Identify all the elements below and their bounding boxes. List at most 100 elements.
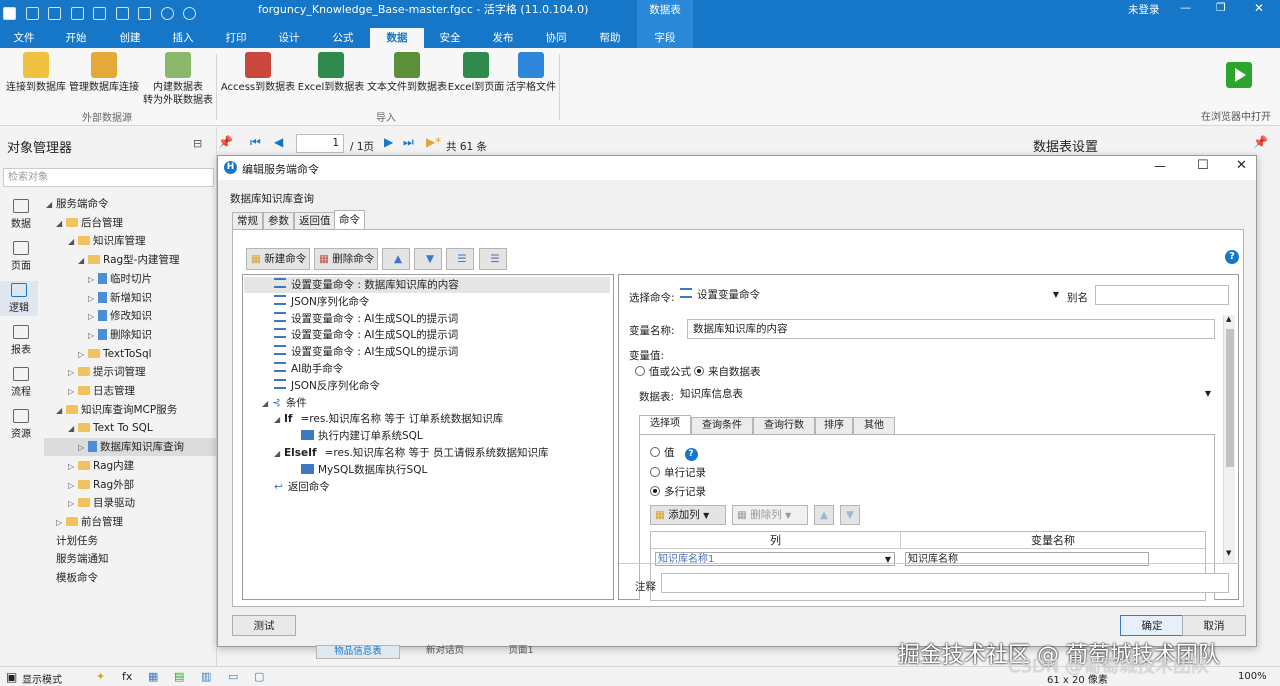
tree-node[interactable]: ▷ 删除知识	[88, 326, 152, 344]
subtab-sort[interactable]: 排序	[815, 417, 853, 435]
move-up-button[interactable]: ▲	[382, 248, 410, 270]
tree-node[interactable]: 服务端通知	[56, 550, 109, 568]
collapse-icon[interactable]: ⊟	[193, 137, 202, 150]
nav-page[interactable]: 页面	[4, 241, 38, 272]
expand-icon[interactable]: ▷	[88, 308, 98, 326]
tab-general[interactable]: 常规	[232, 212, 263, 230]
minimize-icon[interactable]: —	[1154, 159, 1166, 173]
nav-flow[interactable]: 流程	[4, 367, 38, 398]
tree-node[interactable]: 模板命令	[56, 569, 98, 587]
tab-formula[interactable]: 公式	[325, 28, 361, 48]
manage-connections-button[interactable]: 管理数据库连接	[68, 52, 140, 94]
tab-publish[interactable]: 发布	[485, 28, 521, 48]
restore-icon[interactable]: ❐	[1216, 1, 1226, 14]
ok-button[interactable]: 确定	[1120, 615, 1184, 636]
run-browser-icon[interactable]	[1226, 62, 1252, 88]
tab-return[interactable]: 返回值	[294, 212, 336, 230]
tab-home[interactable]: 开始	[58, 28, 94, 48]
bulb-icon[interactable]: ✦	[96, 670, 105, 683]
pin-icon[interactable]: 📌	[218, 135, 233, 149]
tree-node[interactable]: ▷ Rag内建	[68, 457, 134, 475]
open-folder-icon[interactable]	[70, 7, 84, 20]
tree-node[interactable]: 计划任务	[56, 532, 98, 550]
tree-node[interactable]: ▷ 前台管理	[56, 513, 123, 531]
delete-command-button[interactable]: ▦ 删除命令	[314, 248, 378, 270]
expand-icon[interactable]: ▷	[56, 514, 66, 532]
convert-external-button[interactable]: 内建数据表 转为外联数据表	[142, 52, 214, 107]
expand-icon[interactable]: ▷	[68, 477, 78, 495]
alias-input[interactable]	[1095, 285, 1229, 305]
tree-node[interactable]: ▷ 修改知识	[88, 307, 152, 325]
tab-params[interactable]: 参数	[263, 212, 294, 230]
expand-icon[interactable]: ◢	[68, 420, 78, 438]
nav-resource[interactable]: 资源	[4, 409, 38, 440]
move-down-button[interactable]: ▼	[414, 248, 442, 270]
command-item[interactable]: JSON序列化命令	[274, 294, 369, 310]
new-file-icon[interactable]	[48, 7, 61, 20]
help-icon[interactable]: ?	[684, 448, 698, 461]
indent-button[interactable]: ☰	[446, 248, 474, 270]
login-status[interactable]: 未登录	[1128, 0, 1160, 20]
command-item[interactable]: MySQL数据库执行SQL	[301, 462, 427, 478]
text-import-button[interactable]: 文本文件到数据表	[366, 52, 448, 94]
pin-icon[interactable]: 📌	[1253, 135, 1268, 149]
delete-column-button[interactable]: ▦ 删除列 ▼	[732, 505, 808, 525]
outdent-button[interactable]: ☰	[479, 248, 507, 270]
subtab-row-count[interactable]: 查询行数	[753, 417, 815, 435]
add-column-button[interactable]: ▦ 添加列 ▼	[650, 505, 726, 525]
command-item[interactable]: JSON反序列化命令	[274, 378, 380, 394]
expand-icon[interactable]: ▷	[68, 458, 78, 476]
expand-icon[interactable]: ▷	[68, 383, 78, 401]
sheet-tab-chat[interactable]: 新对话页	[414, 645, 476, 659]
expand-icon[interactable]: ◢	[274, 446, 284, 462]
first-page-icon[interactable]: ⏮	[250, 135, 261, 150]
prev-page-icon[interactable]: ◀	[274, 135, 283, 149]
tree-node[interactable]: ◢ Rag型-内建管理	[78, 251, 179, 269]
tab-help[interactable]: 帮助	[592, 28, 628, 48]
new-record-icon[interactable]: ▶*	[426, 135, 441, 149]
open-in-browser-label[interactable]: 在浏览器中打开	[1201, 108, 1271, 123]
tab-field[interactable]: 字段	[637, 28, 693, 48]
table-dropdown[interactable]: 知识库信息表 ▼	[675, 385, 1215, 405]
expand-icon[interactable]: ◢	[262, 396, 272, 412]
expand-icon[interactable]: ▷	[88, 271, 98, 289]
tab-collaborate[interactable]: 协同	[538, 28, 574, 48]
last-page-icon[interactable]: ⏭	[403, 135, 414, 150]
var-name-input[interactable]: 数据库知识库的内容	[687, 319, 1215, 339]
page-setup-icon[interactable]: ▢	[254, 670, 264, 683]
expand-icon[interactable]: ◢	[274, 412, 284, 428]
expand-icon[interactable]: ▷	[78, 346, 88, 364]
column-down-button[interactable]: ▼	[840, 505, 860, 525]
command-item[interactable]: ◢ ⊰ 条件	[262, 395, 307, 411]
tree-node[interactable]: ▷ TextToSql	[78, 345, 152, 363]
display-mode-icon[interactable]: ▣	[6, 670, 17, 684]
expand-icon[interactable]: ▷	[88, 290, 98, 308]
cell-icon[interactable]: ▦	[148, 670, 158, 683]
access-import-button[interactable]: Access到数据表	[220, 52, 296, 94]
command-item[interactable]: 执行内建订单系统SQL	[301, 428, 423, 444]
tab-print[interactable]: 打印	[218, 28, 254, 48]
tab-file[interactable]: 文件	[6, 28, 42, 48]
tab-data[interactable]: 数据	[370, 28, 424, 48]
connect-database-button[interactable]: 连接到数据库	[4, 52, 68, 94]
new-command-button[interactable]: ▦ 新建命令	[246, 248, 310, 270]
radio-value[interactable]: 值?	[650, 445, 698, 461]
tab-insert[interactable]: 插入	[165, 28, 201, 48]
undo-icon[interactable]	[115, 7, 129, 20]
command-item[interactable]: ↩ 返回命令	[274, 479, 330, 495]
close-window-icon[interactable]: ✕	[1254, 1, 1264, 15]
table-link-icon[interactable]: ▤	[174, 670, 184, 683]
scroll-up-icon[interactable]: ▲	[1226, 315, 1231, 323]
command-item-selected[interactable]: 设置变量命令 : 数据库知识库的内容	[244, 277, 610, 293]
expand-icon[interactable]: ◢	[56, 215, 66, 233]
close-dialog-icon[interactable]: ✕	[1236, 158, 1247, 173]
sheet-tab-items[interactable]: 物品信息表	[316, 645, 400, 659]
nav-logic[interactable]: 逻辑	[0, 281, 38, 316]
command-item[interactable]: ◢ ElseIf =res.知识库名称 等于 员工请假系统数据知识库	[274, 445, 548, 461]
tree-node-selected[interactable]: ▷ 数据库知识库查询	[44, 438, 216, 457]
expand-icon[interactable]: ▷	[68, 364, 78, 382]
radio-from-table[interactable]: 来自数据表	[694, 364, 761, 379]
layout-icon[interactable]: ▭	[228, 670, 238, 683]
tab-design[interactable]: 设计	[271, 28, 307, 48]
radio-formula[interactable]: 值或公式	[635, 364, 691, 379]
